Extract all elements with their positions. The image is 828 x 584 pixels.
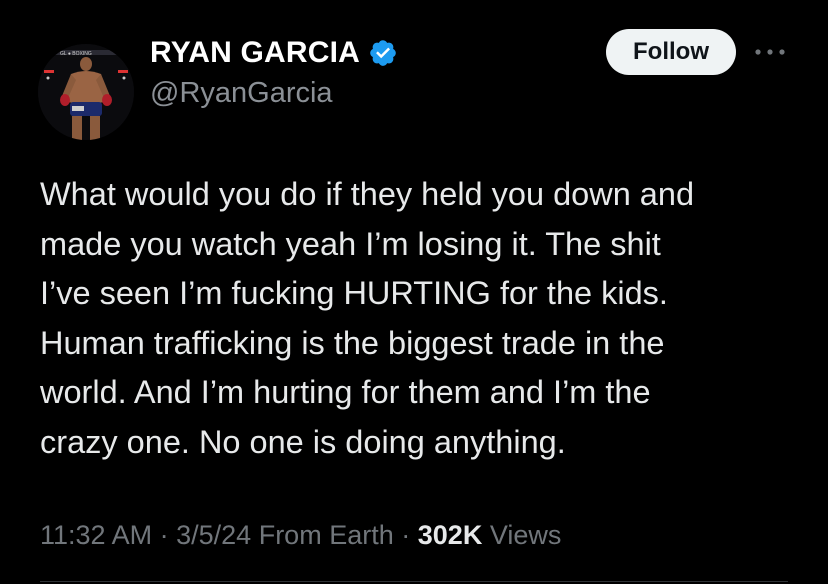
tweet-text: What would you do if they held you down … [40,170,800,467]
author-display-name[interactable]: RYAN GARCIA [150,36,360,70]
tweet-date[interactable]: 3/5/24 [176,520,251,550]
tweet-text-line: Human trafficking is the biggest trade i… [40,324,665,361]
tweet-text-line: made you watch yeah I’m losing it. The s… [40,225,661,262]
more-options-button[interactable] [752,40,788,64]
tweet-text-line: What would you do if they held you down … [40,176,695,212]
tweet-text-line: I’ve seen I’m fucking HURTING for the ki… [40,275,668,311]
author-name-row: RYAN GARCIA [150,36,398,70]
meta-separator: · [159,520,169,550]
meta-separator: · [401,520,411,550]
tweet-source: From Earth [258,520,394,550]
tweet-text-line: crazy one. No one is doing anything. [40,423,566,460]
tweet-card: GL ● BOXING RYAN GARCIA @RyanGarcia Foll… [0,0,828,584]
tweet-time[interactable]: 11:32 AM [40,520,152,550]
author-avatar[interactable]: GL ● BOXING [38,44,134,140]
boxer-avatar-icon: GL ● BOXING [38,44,134,140]
svg-text:GL ● BOXING: GL ● BOXING [60,51,92,57]
views-count: 302K [417,520,483,550]
tweet-meta: 11:32 AM · 3/5/24 From Earth · 302K View… [40,517,561,553]
divider [40,581,788,582]
verified-badge-icon[interactable] [368,38,398,68]
tweet-text-line: world. And I’m hurting for them and I’m … [40,374,651,410]
more-horizontal-icon [755,49,785,55]
author-handle[interactable]: @RyanGarcia [150,76,333,110]
follow-button[interactable]: Follow [606,29,736,75]
views-label: Views [489,520,562,550]
